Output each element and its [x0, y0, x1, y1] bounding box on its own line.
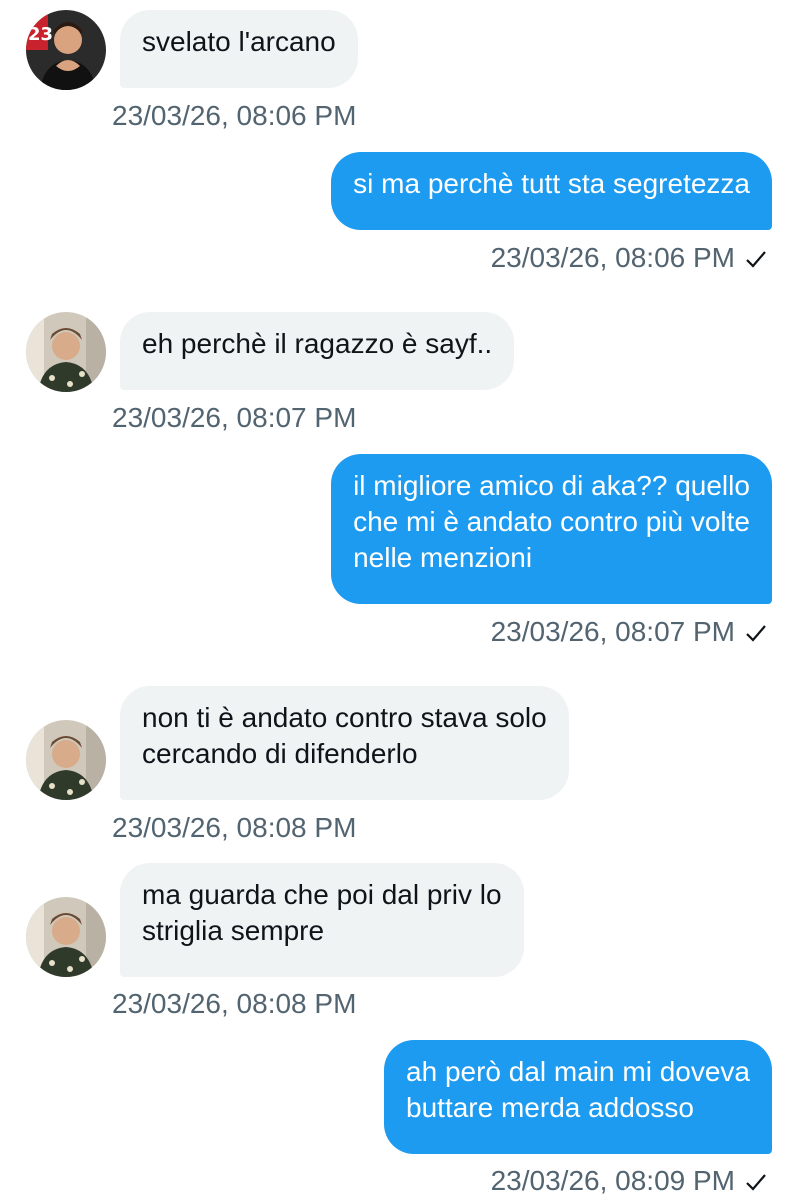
- sender-avatar-3[interactable]: [26, 720, 106, 800]
- message-timestamp-2-text: 23/03/26, 08:06 PM: [490, 242, 735, 273]
- message-bubble-2[interactable]: si ma perchè tutt sta segretezza: [331, 152, 772, 230]
- message-timestamp-5: 23/03/26, 08:08 PM: [112, 812, 357, 843]
- message-bubble-4[interactable]: il migliore amico di aka?? quello che mi…: [331, 454, 772, 604]
- message-timestamp-4-text: 23/03/26, 08:07 PM: [490, 616, 735, 647]
- sender-avatar-4[interactable]: [26, 897, 106, 977]
- sender-avatar-2[interactable]: [26, 312, 106, 392]
- message-timestamp-6: 23/03/26, 08:08 PM: [112, 988, 357, 1019]
- message-bubble-3[interactable]: eh perchè il ragazzo è sayf..: [120, 312, 515, 390]
- message-timestamp-7-text: 23/03/26, 08:09 PM: [490, 1165, 735, 1196]
- message-bubble-6[interactable]: ma guarda che poi dal priv lo striglia s…: [120, 863, 524, 977]
- message-timestamp-1: 23/03/26, 08:06 PM: [112, 100, 357, 131]
- svg-text:23: 23: [28, 24, 53, 45]
- message-timestamp-7: 23/03/26, 08:09 PM: [491, 1164, 767, 1201]
- message-bubble-5[interactable]: non ti è andato contro stava solo cercan…: [120, 686, 569, 800]
- message-timestamp-3: 23/03/26, 08:07 PM: [112, 402, 357, 433]
- message-timestamp-4: 23/03/26, 08:07 PM: [491, 615, 767, 652]
- checkmark-icon: [745, 244, 767, 278]
- message-bubble-7[interactable]: ah però dal main mi doveva buttare merda…: [384, 1040, 772, 1154]
- message-bubble-1[interactable]: svelato l'arcano: [120, 10, 358, 88]
- checkmark-icon: [745, 618, 767, 652]
- message-timestamp-2: 23/03/26, 08:06 PM: [491, 241, 767, 278]
- checkmark-icon: [745, 1167, 767, 1201]
- sender-avatar-1[interactable]: 23: [26, 10, 106, 90]
